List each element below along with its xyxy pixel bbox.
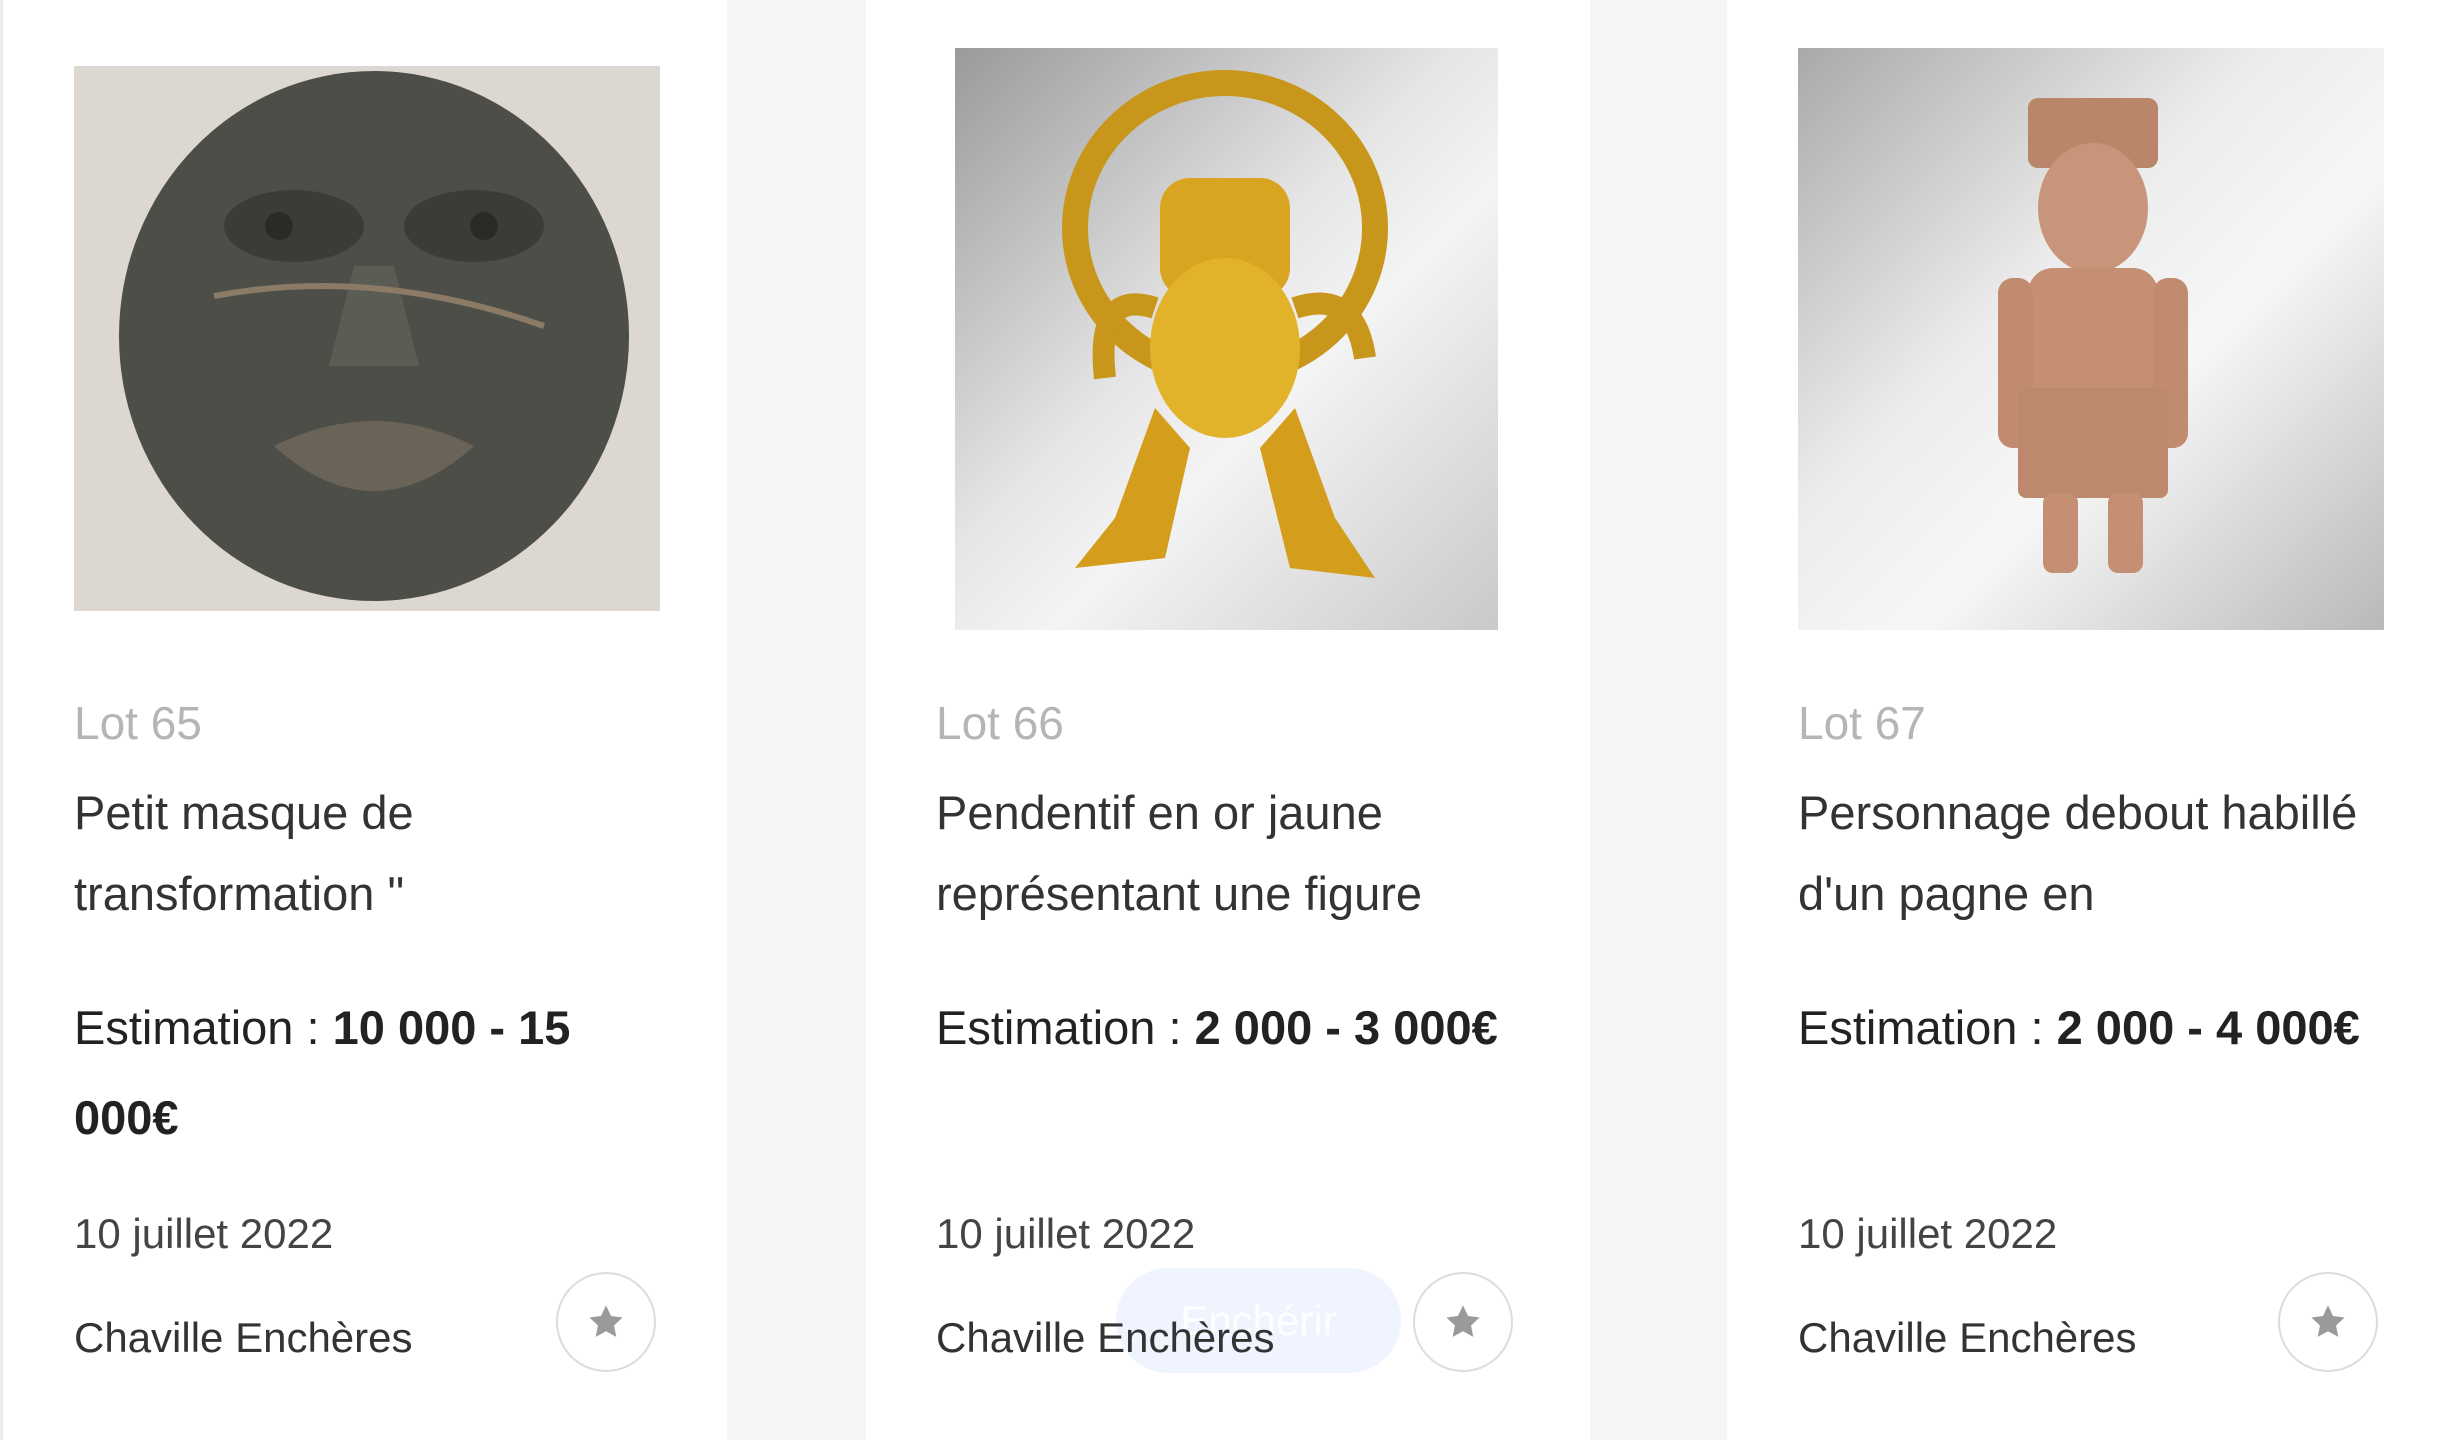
lot-number: Lot 65	[74, 697, 202, 749]
lot-estimate: Estimation : 2 000 - 4 000€	[1798, 983, 2398, 1073]
lot-card[interactable]: Lot 66 Pendentif en or jaune représentan…	[866, 0, 1590, 1440]
auction-house[interactable]: Chaville Enchères	[74, 1312, 413, 1364]
sale-date: 10 juillet 2022	[74, 1210, 334, 1257]
lot-image-figure[interactable]	[1798, 48, 2384, 630]
estimate-value: 2 000 - 4 000€	[2056, 1001, 2360, 1054]
lot-estimate: Estimation : 2 000 - 3 000€	[936, 983, 1536, 1073]
lot-image-pendant[interactable]	[955, 48, 1498, 630]
lot-estimate: Estimation : 10 000 - 15 000€	[74, 983, 674, 1163]
auction-house[interactable]: Chaville Enchères	[1798, 1312, 2137, 1364]
favorite-button[interactable]	[1413, 1272, 1513, 1372]
auction-house[interactable]: Chaville Enchères	[936, 1312, 1275, 1364]
sale-date: 10 juillet 2022	[1798, 1210, 2058, 1257]
lot-title[interactable]: Personnage debout habillé d'un pagne en	[1798, 772, 2388, 934]
lot-image-mask[interactable]	[74, 66, 660, 611]
lot-card[interactable]: Lot 65 Petit masque de transformation " …	[0, 0, 727, 1440]
estimate-label: Estimation :	[74, 1001, 320, 1054]
lot-card[interactable]: Lot 67 Personnage debout habillé d'un pa…	[1727, 0, 2448, 1440]
estimate-label: Estimation :	[936, 1001, 1182, 1054]
lot-number: Lot 67	[1798, 697, 1926, 749]
lot-number: Lot 66	[936, 697, 1064, 749]
lot-grid: Lot 65 Petit masque de transformation " …	[0, 0, 2448, 1440]
favorite-button[interactable]	[2278, 1272, 2378, 1372]
star-icon	[1446, 1305, 1480, 1337]
lot-title[interactable]: Pendentif en or jaune représentant une f…	[936, 772, 1526, 934]
estimate-value: 2 000 - 3 000€	[1194, 1001, 1498, 1054]
estimate-label: Estimation :	[1798, 1001, 2044, 1054]
lot-title[interactable]: Petit masque de transformation "	[74, 772, 664, 934]
sale-date: 10 juillet 2022	[936, 1210, 1196, 1257]
favorite-button[interactable]	[556, 1272, 656, 1372]
star-icon	[589, 1305, 623, 1337]
star-icon	[2311, 1305, 2345, 1337]
